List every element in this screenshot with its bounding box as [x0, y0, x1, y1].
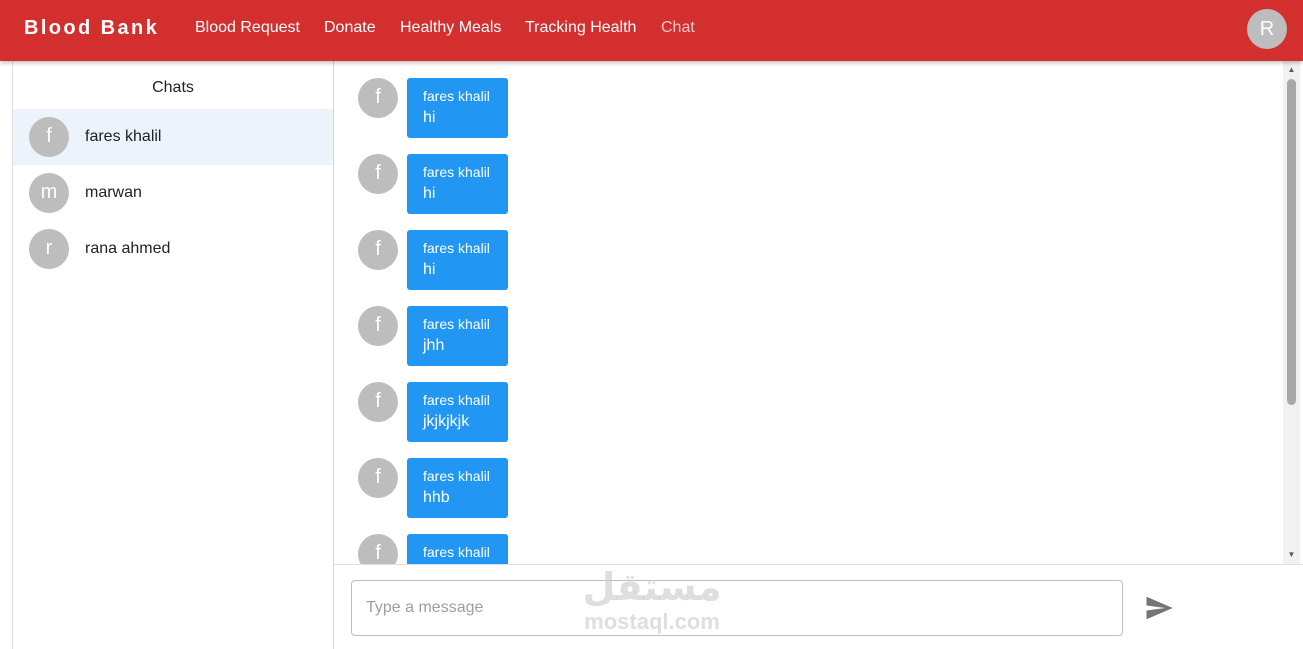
message-text: jkjkjkjk	[423, 413, 470, 430]
scroll-up-arrow-icon[interactable]: ▲	[1283, 63, 1300, 77]
nav-link-chat[interactable]: Chat	[661, 19, 695, 37]
nav-link-healthy-meals[interactable]: Healthy Meals	[400, 19, 501, 37]
scroll-thumb[interactable]	[1287, 79, 1296, 405]
contact-item-fares-khalil[interactable]: f fares khalil	[13, 109, 333, 165]
message-item: f fares khalil hi	[358, 154, 518, 214]
message-sender: fares khalil	[423, 240, 490, 256]
message-input[interactable]	[351, 580, 1123, 636]
message-bubble: fares khalil hi	[407, 78, 508, 138]
message-item: f fares khalil	[358, 534, 518, 564]
message-avatar: f	[358, 382, 398, 422]
message-text: hhb	[423, 489, 450, 506]
message-avatar: f	[358, 534, 398, 564]
message-item: f fares khalil hhb	[358, 458, 518, 518]
message-sender: fares khalil	[423, 316, 490, 332]
message-bubble: fares khalil jkjkjkjk	[407, 382, 508, 442]
nav-link-tracking-health[interactable]: Tracking Health	[525, 19, 636, 37]
contact-item-rana-ahmed[interactable]: r rana ahmed	[13, 221, 333, 277]
message-composer	[334, 564, 1303, 649]
message-text: hi	[423, 185, 436, 202]
scroll-down-arrow-icon[interactable]: ▼	[1283, 548, 1300, 562]
nav-link-donate[interactable]: Donate	[324, 19, 376, 37]
message-sender: fares khalil	[423, 392, 490, 408]
message-avatar: f	[358, 306, 398, 346]
message-item: f fares khalil hi	[358, 78, 518, 138]
contact-avatar: f	[29, 117, 69, 157]
contact-name: marwan	[85, 184, 142, 201]
message-item: f fares khalil jkjkjkjk	[358, 382, 518, 442]
message-bubble: fares khalil jhh	[407, 306, 508, 366]
message-bubble: fares khalil hhb	[407, 458, 508, 518]
message-sender: fares khalil	[423, 88, 490, 104]
message-text: hi	[423, 109, 436, 126]
message-bubble: fares khalil hi	[407, 154, 508, 214]
send-icon	[1146, 596, 1173, 620]
message-avatar: f	[358, 230, 398, 270]
message-text: jhh	[423, 337, 445, 354]
message-item: f fares khalil jhh	[358, 306, 518, 366]
send-button[interactable]	[1144, 593, 1174, 623]
chats-sidebar: Chats f fares khalil m marwan r rana ahm…	[12, 61, 334, 649]
message-scrollbar[interactable]: ▲ ▼	[1283, 61, 1300, 564]
message-avatar: f	[358, 458, 398, 498]
sidebar-title: Chats	[152, 79, 194, 96]
user-avatar[interactable]: R	[1247, 9, 1287, 49]
contact-avatar: r	[29, 229, 69, 269]
message-sender: fares khalil	[423, 544, 490, 560]
message-sender: fares khalil	[423, 468, 490, 484]
nav-link-blood-request[interactable]: Blood Request	[195, 19, 300, 37]
message-avatar: f	[358, 78, 398, 118]
message-bubble: fares khalil	[407, 534, 508, 564]
contact-name: rana ahmed	[85, 240, 171, 257]
message-bubble: fares khalil hi	[407, 230, 508, 290]
chat-panel: f fares khalil hi f fares khalil hi f fa…	[334, 61, 1303, 649]
message-item: f fares khalil hi	[358, 230, 518, 290]
message-text: hi	[423, 261, 436, 278]
message-sender: fares khalil	[423, 164, 490, 180]
top-navbar: Blood Bank Blood Request Donate Healthy …	[0, 0, 1303, 61]
brand-logo[interactable]: Blood Bank	[24, 17, 159, 40]
contact-item-marwan[interactable]: m marwan	[13, 165, 333, 221]
contact-name: fares khalil	[85, 128, 162, 145]
contact-avatar: m	[29, 173, 69, 213]
message-avatar: f	[358, 154, 398, 194]
message-list: f fares khalil hi f fares khalil hi f fa…	[334, 61, 1303, 564]
